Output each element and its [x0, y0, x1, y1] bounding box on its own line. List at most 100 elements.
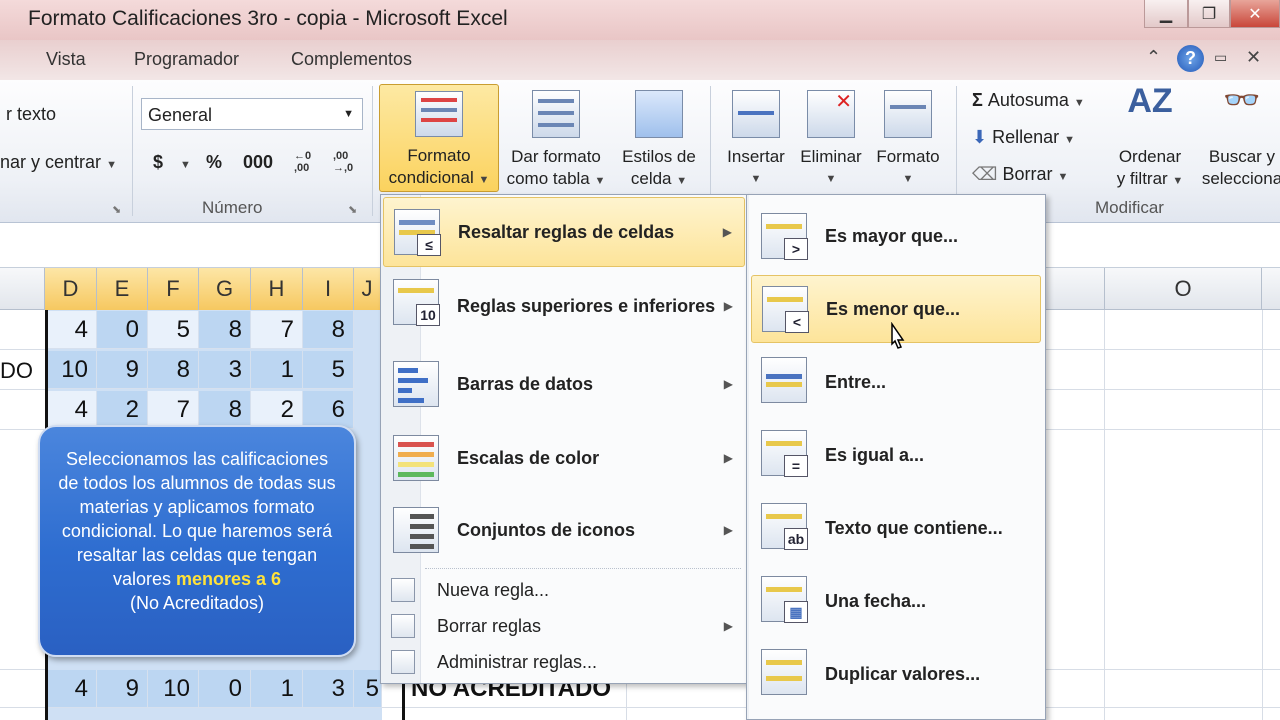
sigma-icon: Σ — [972, 90, 983, 110]
tab-programador[interactable]: Programador — [134, 49, 239, 70]
column-header-o[interactable]: O — [1104, 268, 1262, 310]
find-select-label-2: selecciona — [1201, 169, 1280, 188]
merge-center-button[interactable]: nar y centrar ▼ — [0, 152, 117, 173]
grid-cell[interactable]: 8 — [303, 311, 354, 349]
delete-label: Eliminar — [800, 147, 862, 166]
decrease-decimal-button[interactable]: ,00 →,0 — [333, 150, 361, 174]
tab-complementos[interactable]: Complementos — [291, 49, 412, 70]
menu-item-manage-rules[interactable]: Administrar reglas... — [383, 645, 745, 679]
dialog-launcher-icon[interactable]: ⬊ — [112, 203, 121, 216]
menu-item-highlight-rules[interactable]: ≤ Resaltar reglas de celdas ▶ — [383, 197, 745, 267]
autosum-button[interactable]: Σ Autosuma ▼ — [972, 90, 1085, 111]
fill-button[interactable]: ⬇ Rellenar ▼ — [972, 127, 1075, 148]
column-header-g[interactable]: G — [199, 268, 251, 310]
column-header-i[interactable]: I — [303, 268, 354, 310]
grid-cell[interactable]: 0 — [199, 670, 251, 708]
select-all-corner[interactable] — [0, 268, 45, 310]
menu-item-duplicate-values[interactable]: Duplicar valores... — [749, 639, 1041, 709]
grid-cell[interactable]: 9 — [97, 351, 148, 389]
clear-button[interactable]: ⌫ Borrar ▼ — [972, 164, 1068, 185]
column-header-j[interactable]: J — [354, 268, 381, 310]
menu-item-label: Duplicar valores... — [825, 663, 981, 684]
thousands-button[interactable]: 000 — [243, 152, 273, 173]
column-header-h[interactable]: H — [251, 268, 303, 310]
grid-cell[interactable]: 8 — [199, 311, 251, 349]
conditional-format-button[interactable]: Formato condicional ▼ — [379, 84, 499, 192]
menu-item-clear-rules[interactable]: Borrar reglas ▶ — [383, 609, 745, 643]
gridline — [1262, 310, 1263, 720]
menu-item-label: Es menor que... — [826, 298, 961, 319]
grid-cell[interactable]: 7 — [251, 311, 303, 349]
wrap-text-button[interactable]: r texto — [6, 104, 56, 125]
increase-decimal-button[interactable]: ←0 ,00 — [294, 150, 322, 174]
grid-cell[interactable]: 4 — [48, 391, 97, 429]
grid-cell[interactable]: 10 — [148, 670, 199, 708]
number-format-select[interactable]: General ▼ — [141, 98, 363, 130]
chevron-down-icon: ▼ — [825, 173, 837, 185]
conditional-format-menu: ≤ Resaltar reglas de celdas ▶ 10 Reglas … — [380, 194, 748, 684]
close-small-icon[interactable]: ✕ — [1246, 47, 1261, 68]
menu-item-data-bars[interactable]: Barras de datos ▶ — [383, 349, 745, 419]
submenu-arrow-icon: ▶ — [723, 451, 733, 465]
grid-cell[interactable]: 1 — [251, 670, 303, 708]
menu-item-between[interactable]: Entre... — [749, 347, 1041, 417]
menu-item-icon-sets[interactable]: Conjuntos de iconos ▶ — [383, 495, 745, 565]
grid-cell[interactable]: 8 — [199, 391, 251, 429]
number-format-value: General — [148, 105, 213, 125]
grid-cell[interactable]: 0 — [97, 311, 148, 349]
delete-button[interactable]: ✕ Eliminar ▼ — [794, 90, 868, 190]
grid-cell[interactable]: 10 — [48, 351, 97, 389]
calendar-icon: ▦ — [761, 576, 808, 623]
percent-button[interactable]: % — [206, 152, 222, 173]
cell-styles-button[interactable]: Estilos de celda ▼ — [614, 90, 704, 192]
ribbon-collapse-icon[interactable]: ⌃ — [1146, 47, 1161, 68]
format-button[interactable]: Formato ▼ — [870, 90, 946, 190]
grid-cell[interactable]: 2 — [251, 391, 303, 429]
column-header-d[interactable]: D — [45, 268, 97, 310]
close-icon: ✕ — [1248, 5, 1262, 23]
tab-vista[interactable]: Vista — [46, 49, 86, 70]
chevron-down-icon: ▼ — [750, 173, 762, 185]
grid-cell[interactable]: 3 — [303, 670, 354, 708]
format-as-table-button[interactable]: Dar formato como tabla ▼ — [504, 90, 608, 192]
grid-cell[interactable]: 8 — [148, 351, 199, 389]
menu-item-label: Es igual a... — [825, 444, 925, 465]
column-header-e[interactable]: E — [97, 268, 148, 310]
grid-cell[interactable]: 4 — [48, 670, 97, 708]
menu-item-color-scales[interactable]: Escalas de color ▶ — [383, 423, 745, 493]
minimize-button[interactable]: ▁ — [1144, 0, 1188, 28]
grid-cell[interactable]: 7 — [148, 391, 199, 429]
grid-cell[interactable]: 1 — [251, 351, 303, 389]
menu-separator — [425, 568, 741, 569]
callout-text: Seleccionamos las calificaciones de todo… — [58, 449, 336, 589]
help-icon[interactable]: ? — [1177, 45, 1204, 72]
find-select-button[interactable]: 👓 Buscar y selecciona — [1192, 84, 1280, 190]
tutorial-callout: Seleccionamos las calificaciones de todo… — [38, 425, 356, 657]
menu-item-top-bottom-rules[interactable]: 10 Reglas superiores e inferiores ▶ — [383, 271, 745, 341]
restore-small-icon[interactable]: ▭ — [1214, 49, 1227, 66]
menu-item-equal-to[interactable]: = Es igual a... — [749, 420, 1041, 490]
grid-cell[interactable]: 5 — [148, 311, 199, 349]
conditional-format-label-1: Formato — [407, 146, 471, 165]
column-header-f[interactable]: F — [148, 268, 199, 310]
insert-button[interactable]: Insertar ▼ — [718, 90, 794, 190]
menu-item-date[interactable]: ▦ Una fecha... — [749, 566, 1041, 636]
grid-cell[interactable]: 3 — [199, 351, 251, 389]
group-divider — [710, 86, 711, 196]
grid-cell[interactable]: 4 — [48, 311, 97, 349]
grid-cell[interactable]: 9 — [97, 670, 148, 708]
grid-cell[interactable]: 5 — [354, 670, 382, 708]
restore-button[interactable]: ❐ — [1188, 0, 1230, 28]
dialog-launcher-icon[interactable]: ⬊ — [348, 203, 357, 216]
grid-cell[interactable]: 5 — [303, 351, 354, 389]
menu-item-greater-than[interactable]: > Es mayor que... — [749, 201, 1041, 271]
grid-cell[interactable]: 6 — [303, 391, 354, 429]
menu-item-text-contains[interactable]: ab Texto que contiene... — [749, 493, 1041, 563]
binoculars-icon: 👓 — [1223, 84, 1261, 117]
grid-cell[interactable]: 2 — [97, 391, 148, 429]
close-button[interactable]: ✕ — [1230, 0, 1280, 28]
data-bars-icon — [393, 361, 439, 407]
menu-item-new-rule[interactable]: Nueva regla... — [383, 573, 745, 607]
currency-button[interactable]: $ ▼ — [153, 152, 191, 173]
sort-filter-button[interactable]: AZ Ordenar y filtrar ▼ — [1108, 84, 1192, 192]
